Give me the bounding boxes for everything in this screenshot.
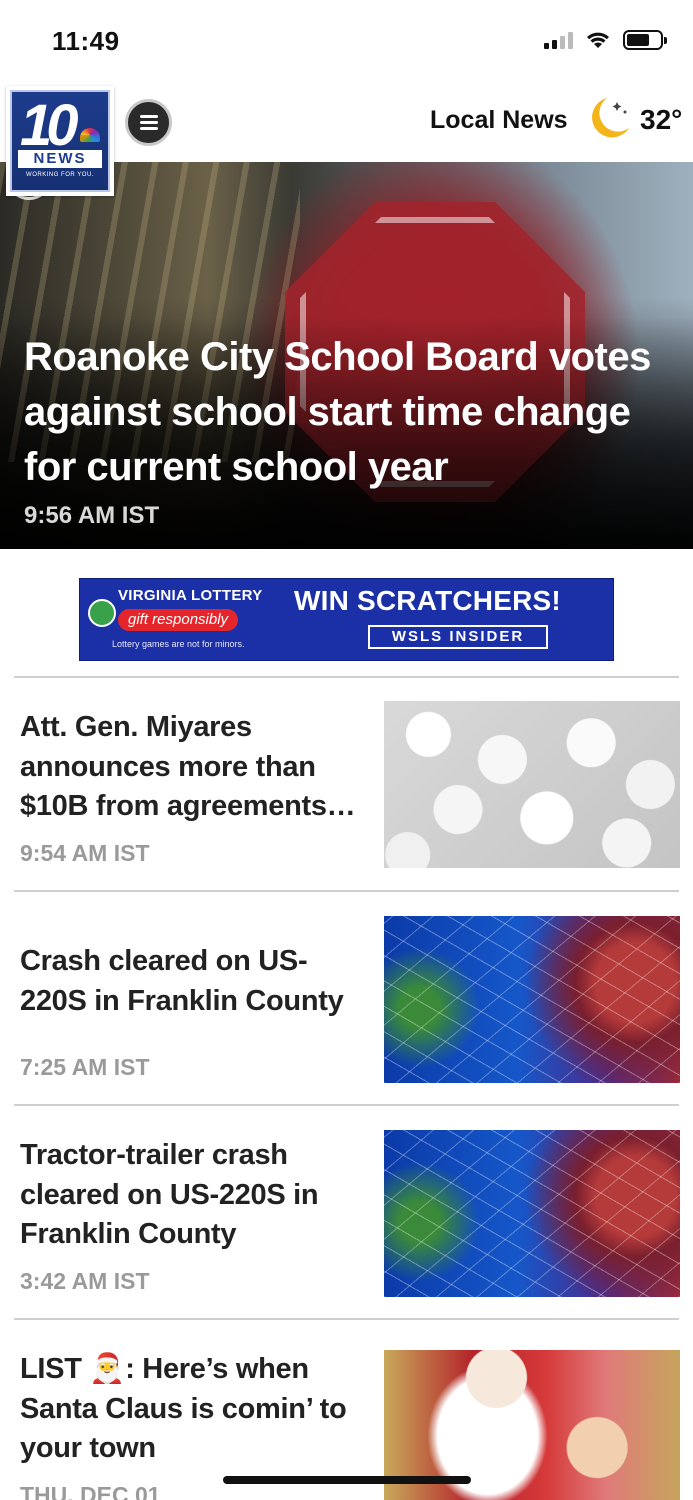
app-header: 10 NEWS WORKING FOR YOU. Local News 32° [0,84,693,196]
hamburger-icon [139,115,158,118]
home-indicator[interactable] [223,1476,471,1484]
divider [14,890,679,892]
article-headline[interactable]: Crash cleared on US-220S in Franklin Cou… [20,942,370,1021]
divider [14,1318,679,1320]
article-headline[interactable]: Att. Gen. Miyares announces more than $1… [20,708,370,827]
station-logo[interactable]: 10 NEWS WORKING FOR YOU. [6,86,114,196]
logo-tagline: WORKING FOR YOU. [26,172,94,178]
ad-brand: VIRGINIA LOTTERY [118,587,263,604]
hero-headline[interactable]: Roanoke City School Board votes against … [24,330,664,495]
menu-button[interactable] [125,99,172,146]
article-thumbnail-broken-glass[interactable] [384,1130,680,1297]
ad-banner[interactable]: VIRGINIA LOTTERY gift responsibly Lotter… [79,578,614,661]
status-icons [544,30,667,50]
temperature[interactable]: 32° [640,104,682,136]
battery-icon [623,30,667,50]
section-label[interactable]: Local News [430,106,568,135]
hero-timestamp: 9:56 AM IST [24,502,160,529]
article-headline[interactable]: LIST 🎅: Here’s when Santa Claus is comin… [20,1350,370,1469]
logo-badge: 10 NEWS WORKING FOR YOU. [10,90,110,192]
status-bar: 11:49 [0,0,693,84]
ad-slogan: gift responsibly [118,609,239,631]
moon-icon [592,98,629,138]
ad-disclaimer: Lottery games are not for minors. [112,639,245,649]
cellular-signal-icon [544,31,573,49]
article-headline[interactable]: Tractor-trailer crash cleared on US-220S… [20,1136,370,1255]
article-timestamp: 7:25 AM IST [20,1054,150,1080]
article-timestamp: 3:42 AM IST [20,1268,150,1294]
article-thumbnail-broken-glass[interactable] [384,916,680,1083]
ad-headline: WIN SCRATCHERS! [294,585,561,616]
article-timestamp: 9:54 AM IST [20,840,150,866]
status-time: 11:49 [52,26,120,56]
peacock-icon [80,128,100,142]
divider [14,676,679,678]
wifi-icon [587,32,609,48]
ad-badge: WSLS INSIDER [368,625,548,649]
lottery-logo-icon [88,599,116,627]
article-thumbnail-pills[interactable] [384,701,680,868]
logo-word: NEWS [18,150,102,168]
logo-number: 10 [20,93,78,158]
list-item[interactable]: Crash cleared on US-220S in Franklin Cou… [0,916,693,1156]
divider [14,1104,679,1106]
article-timestamp: THU, DEC 01 [20,1482,161,1500]
hero-story[interactable]: Roanoke City School Board votes against … [0,162,693,549]
